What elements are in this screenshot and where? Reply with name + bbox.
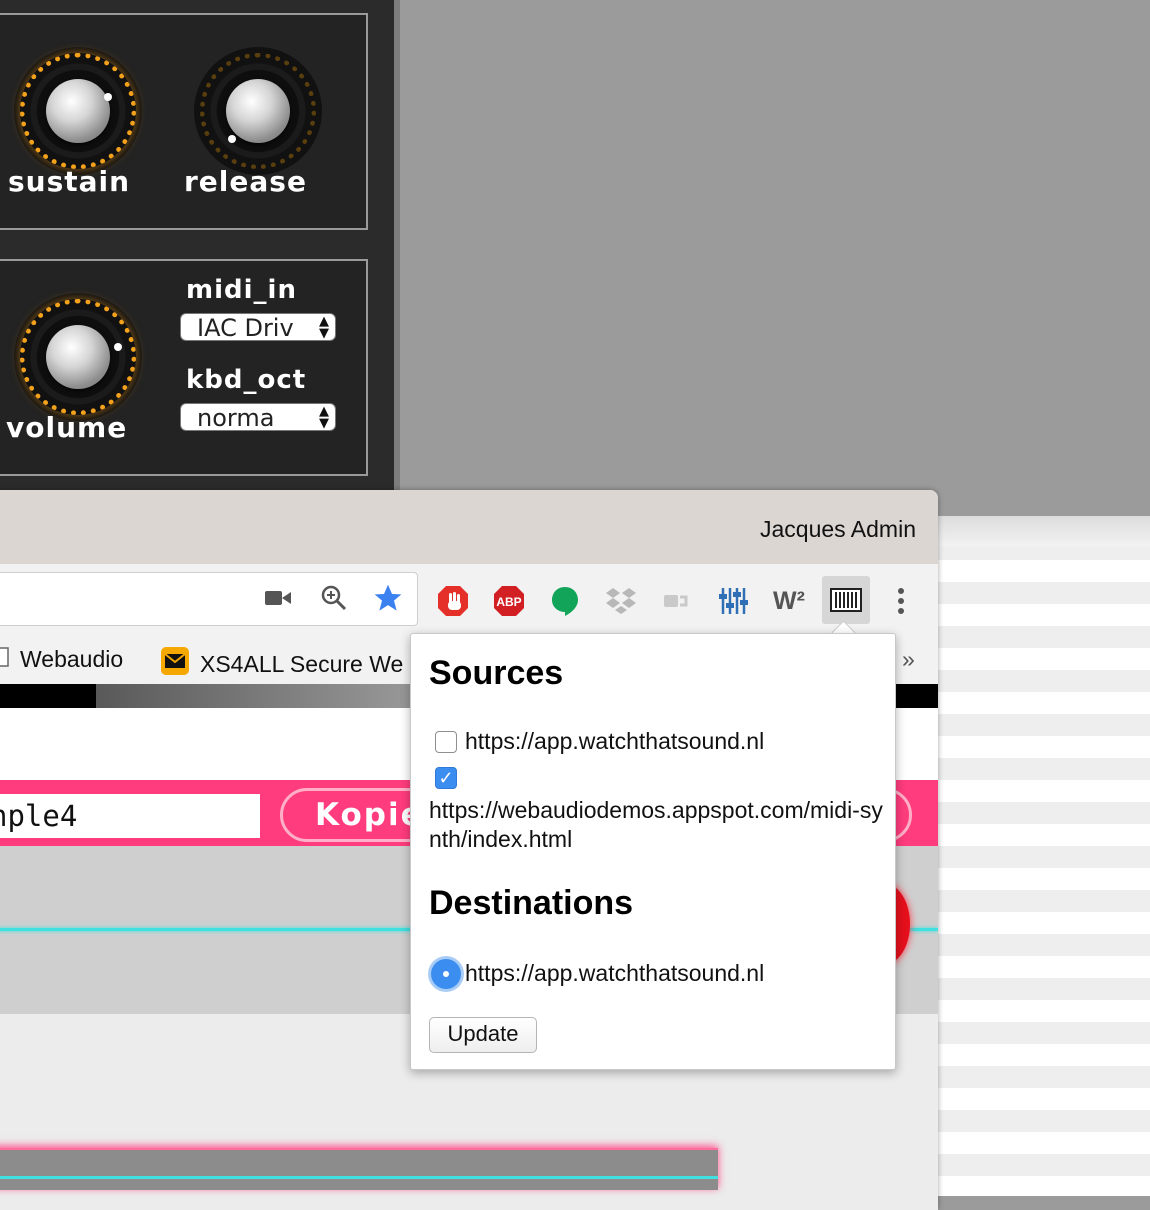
sustain-knob[interactable]	[14, 47, 142, 175]
w2-icon[interactable]: W²	[772, 584, 806, 618]
release-knob[interactable]	[194, 47, 322, 175]
midi-keyboard-icon[interactable]	[822, 576, 870, 624]
bookmark-webaudio[interactable]: Webaudio	[0, 646, 123, 673]
output-panel: volume midi_in IAC Driv ▲ ▼ kbd_oct norma…	[0, 259, 368, 476]
bookmark-xs4all[interactable]: XS4ALL Secure We	[160, 646, 403, 682]
volume-knob[interactable]	[14, 293, 142, 421]
release-label: release	[184, 165, 307, 198]
bookmark-label: XS4ALL Secure We	[200, 650, 404, 677]
zoom-icon[interactable]	[317, 581, 351, 615]
midi-in-select[interactable]: IAC Driv ▲ ▼	[180, 313, 336, 341]
bookmark-star-icon[interactable]	[371, 581, 405, 615]
mail-icon	[160, 646, 190, 682]
bottom-track	[0, 1148, 718, 1190]
bottom-cyan-line	[0, 1176, 718, 1179]
abp-icon[interactable]: ABP	[492, 584, 526, 618]
toolbar: ABP W²	[0, 564, 938, 636]
synth-edge	[394, 0, 400, 492]
kbd-oct-select[interactable]: norma ▲ ▼	[180, 403, 336, 431]
sustain-label: sustain	[8, 165, 131, 198]
hangouts-icon[interactable]	[548, 584, 582, 618]
source-url-1: https://app.watchthatsound.nl	[465, 728, 765, 754]
destinations-heading: Destinations	[429, 884, 634, 922]
profile-name[interactable]: Jacques Admin	[760, 516, 916, 543]
menu-icon[interactable]	[884, 584, 918, 618]
bookmarks-overflow-button[interactable]: »	[902, 646, 915, 673]
knob-indicator	[114, 343, 122, 351]
source-checkbox-2[interactable]: ✓	[435, 767, 457, 789]
destination-radio-1[interactable]	[431, 959, 461, 989]
midi-in-label: midi_in	[186, 275, 297, 305]
address-bar[interactable]	[0, 572, 418, 626]
dropbox-icon[interactable]	[604, 584, 638, 618]
volume-label: volume	[6, 411, 128, 444]
update-button[interactable]: Update	[429, 1017, 537, 1053]
knob-cap	[226, 79, 290, 143]
background-list	[938, 516, 1150, 1196]
envelope-panel: sustain release	[0, 13, 368, 230]
sample-name-input[interactable]: nple4	[0, 794, 260, 838]
source-url-2: https://webaudiodemos.appspot.com/midi-s…	[429, 797, 883, 852]
destination-url-1: https://app.watchthatsound.nl	[465, 960, 765, 986]
midi-routing-popup: Sources https://app.watchthatsound.nl ✓ …	[410, 633, 896, 1070]
kbd-oct-value: norma	[197, 404, 275, 431]
bookmark-label: Webaudio	[20, 646, 124, 672]
knob-indicator	[228, 135, 236, 143]
stop-hand-icon[interactable]	[436, 584, 470, 618]
knob-cap	[46, 325, 110, 389]
select-arrows-icon: ▲ ▼	[319, 314, 329, 341]
background-list-header	[938, 516, 1150, 546]
select-arrows-icon: ▲ ▼	[319, 404, 329, 431]
knob-indicator	[104, 93, 112, 101]
kbd-oct-label: kbd_oct	[186, 365, 307, 395]
cast-icon[interactable]	[660, 584, 694, 618]
midi-in-value: IAC Driv	[197, 314, 294, 341]
camera-icon[interactable]	[261, 581, 295, 615]
folder-icon	[0, 646, 10, 673]
equalizer-icon[interactable]	[716, 584, 750, 618]
knob-cap	[46, 79, 110, 143]
sources-heading: Sources	[429, 654, 564, 692]
source-checkbox-1[interactable]	[435, 731, 457, 753]
title-bar: Jacques Admin	[0, 490, 938, 565]
abp-text: ABP	[496, 595, 521, 609]
